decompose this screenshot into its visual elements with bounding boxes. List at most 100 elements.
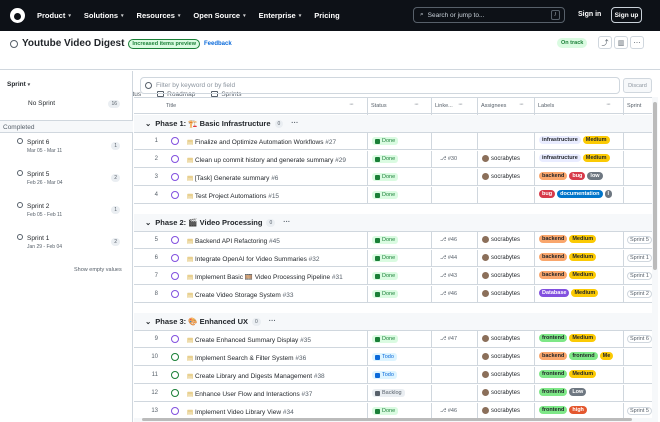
- assignee[interactable]: socrabytes: [482, 407, 520, 414]
- status-badge[interactable]: Done: [372, 335, 399, 343]
- issue-title[interactable]: ▤ Enhance User Flow and Interactions #37: [187, 390, 312, 398]
- assignee[interactable]: socrabytes: [482, 371, 520, 378]
- status-badge[interactable]: Done: [372, 290, 399, 298]
- label-badge[interactable]: frontend: [539, 334, 568, 342]
- assignee[interactable]: socrabytes: [482, 335, 520, 342]
- status-badge[interactable]: Done: [372, 155, 399, 163]
- label-badge[interactable]: Medium: [582, 154, 610, 162]
- label-badge[interactable]: documentation: [557, 190, 603, 198]
- status-badge[interactable]: On track: [557, 38, 588, 48]
- label-badge[interactable]: low: [587, 172, 603, 180]
- label-badge[interactable]: frontend: [569, 352, 598, 360]
- column-menu-icon[interactable]: ···: [606, 101, 611, 108]
- label-badge[interactable]: Medium: [571, 289, 599, 297]
- status-badge[interactable]: Done: [372, 173, 399, 181]
- label-badge[interactable]: backend: [539, 172, 568, 180]
- table-row[interactable]: 6 ▤ Integrate OpenAI for Video Summaries …: [134, 250, 654, 267]
- table-row[interactable]: 2 ▤ Clean up commit history and generate …: [134, 151, 654, 168]
- filter-input[interactable]: Filter by keyword or by field: [140, 77, 620, 94]
- linked-pr[interactable]: ⎇ #43: [440, 273, 457, 279]
- discard-button[interactable]: Discard: [623, 78, 652, 93]
- issue-title[interactable]: ▤ Clean up commit history and generate s…: [187, 156, 346, 164]
- sidebar-item-sprint-1[interactable]: Sprint 1 Jan 29 - Feb 04: [17, 234, 62, 250]
- label-badge[interactable]: infrastructure: [539, 136, 581, 144]
- sidebar-item-sprint-2[interactable]: Sprint 2 Feb 05 - Feb 11: [17, 202, 62, 218]
- status-badge[interactable]: Done: [372, 272, 399, 280]
- issue-title[interactable]: ▤ Create Enhanced Summary Display #35: [187, 336, 311, 344]
- group-menu-icon[interactable]: ···: [291, 120, 298, 127]
- group-menu-icon[interactable]: ···: [283, 219, 290, 226]
- nav-item-pricing[interactable]: Pricing: [314, 11, 339, 20]
- label-badge[interactable]: backend: [539, 352, 568, 360]
- label-badge[interactable]: l: [604, 190, 613, 198]
- nav-item-product[interactable]: Product ▾: [37, 11, 71, 20]
- status-badge[interactable]: Backlog: [372, 389, 405, 397]
- nav-item-resources[interactable]: Resources ▾: [137, 11, 181, 20]
- group-header[interactable]: ⌄ Phase 3: 🎨 Enhanced UX 0 ···: [134, 313, 654, 331]
- column-divider[interactable]: [477, 98, 478, 115]
- group-menu-icon[interactable]: ···: [269, 318, 276, 325]
- label-badge[interactable]: Medium: [569, 370, 597, 378]
- assignee[interactable]: socrabytes: [482, 389, 520, 396]
- label-badge[interactable]: frontend: [539, 388, 568, 396]
- table-row[interactable]: 10 ▤ Implement Search & Filter System #36…: [134, 349, 654, 366]
- column-header-assignees[interactable]: Assignees: [481, 103, 506, 109]
- label-badge[interactable]: Me: [599, 352, 614, 360]
- show-empty-values-link[interactable]: Show empty values: [74, 267, 122, 273]
- sidebar-item-no-sprint[interactable]: No Sprint: [28, 100, 55, 107]
- sprint-badge[interactable]: Sprint 6: [627, 335, 652, 343]
- issue-title[interactable]: ▤ Finalize and Optimize Automation Workf…: [187, 138, 336, 146]
- sign-up-button[interactable]: Sign up: [611, 7, 642, 23]
- label-badge[interactable]: Low: [569, 388, 587, 396]
- sprint-badge[interactable]: Sprint 5: [627, 236, 652, 244]
- column-divider[interactable]: [534, 98, 535, 115]
- label-badge[interactable]: Medium: [569, 334, 597, 342]
- chevron-down-icon[interactable]: ⌄: [145, 119, 151, 128]
- label-badge[interactable]: backend: [539, 235, 568, 243]
- nav-item-open-source[interactable]: Open Source ▾: [193, 11, 245, 20]
- column-header-title[interactable]: Title: [166, 103, 176, 109]
- label-badge[interactable]: bug: [569, 172, 586, 180]
- search-input[interactable]: ⌕ Search or jump to... /: [413, 7, 565, 23]
- label-badge[interactable]: Medium: [582, 136, 610, 144]
- column-header-labels[interactable]: Labels: [538, 103, 554, 109]
- sprint-badge[interactable]: Sprint 5: [627, 407, 652, 415]
- more-options-icon[interactable]: ⋯: [630, 36, 644, 49]
- label-badge[interactable]: Medium: [569, 235, 597, 243]
- issue-title[interactable]: ▤ Test Project Automations #15: [187, 192, 279, 200]
- column-divider[interactable]: [431, 98, 432, 115]
- sprint-badge[interactable]: Sprint 2: [627, 290, 652, 298]
- column-menu-icon[interactable]: ···: [349, 101, 354, 108]
- status-badge[interactable]: Done: [372, 137, 399, 145]
- assignee[interactable]: socrabytes: [482, 173, 520, 180]
- sidebar-group-by[interactable]: Sprint ▾: [7, 81, 30, 88]
- nav-item-solutions[interactable]: Solutions ▾: [84, 11, 124, 20]
- label-badge[interactable]: infrastructure: [539, 154, 581, 162]
- assignee[interactable]: socrabytes: [482, 353, 520, 360]
- column-header-linke[interactable]: Linke...: [435, 103, 453, 109]
- chevron-down-icon[interactable]: ⌄: [145, 317, 151, 326]
- assignee[interactable]: socrabytes: [482, 290, 520, 297]
- linked-pr[interactable]: ⎇ #30: [440, 156, 457, 162]
- status-badge[interactable]: Todo: [372, 353, 397, 361]
- assignee[interactable]: socrabytes: [482, 236, 520, 243]
- github-logo-icon[interactable]: [10, 8, 25, 23]
- table-row[interactable]: 5 ▤ Backend API Refactoring #45 Done ⎇ #46 s…: [134, 232, 654, 249]
- chevron-down-icon[interactable]: ⌄: [145, 218, 151, 227]
- horizontal-scrollbar-thumb[interactable]: [142, 418, 632, 421]
- assignee[interactable]: socrabytes: [482, 272, 520, 279]
- table-row[interactable]: 12 ▤ Enhance User Flow and Interactions #…: [134, 385, 654, 402]
- status-badge[interactable]: Done: [372, 236, 399, 244]
- column-divider[interactable]: [367, 98, 368, 115]
- status-badge[interactable]: Todo: [372, 371, 397, 379]
- issue-title[interactable]: ▤ Backend API Refactoring #45: [187, 237, 280, 245]
- linked-pr[interactable]: ⎇ #47: [440, 336, 457, 342]
- issue-title[interactable]: ▤ Implement Search & Filter System #36: [187, 354, 306, 362]
- column-menu-icon[interactable]: ···: [414, 101, 419, 108]
- column-divider[interactable]: [623, 98, 624, 115]
- table-row[interactable]: 1 ▤ Finalize and Optimize Automation Work…: [134, 133, 654, 150]
- sidebar-item-sprint-6[interactable]: Sprint 6 Mar 05 - Mar 11: [17, 138, 62, 154]
- group-header[interactable]: ⌄ Phase 2: 🎬 Video Processing 0 ···: [134, 214, 654, 232]
- linked-pr[interactable]: ⎇ #46: [440, 291, 457, 297]
- column-menu-icon[interactable]: ···: [458, 101, 463, 108]
